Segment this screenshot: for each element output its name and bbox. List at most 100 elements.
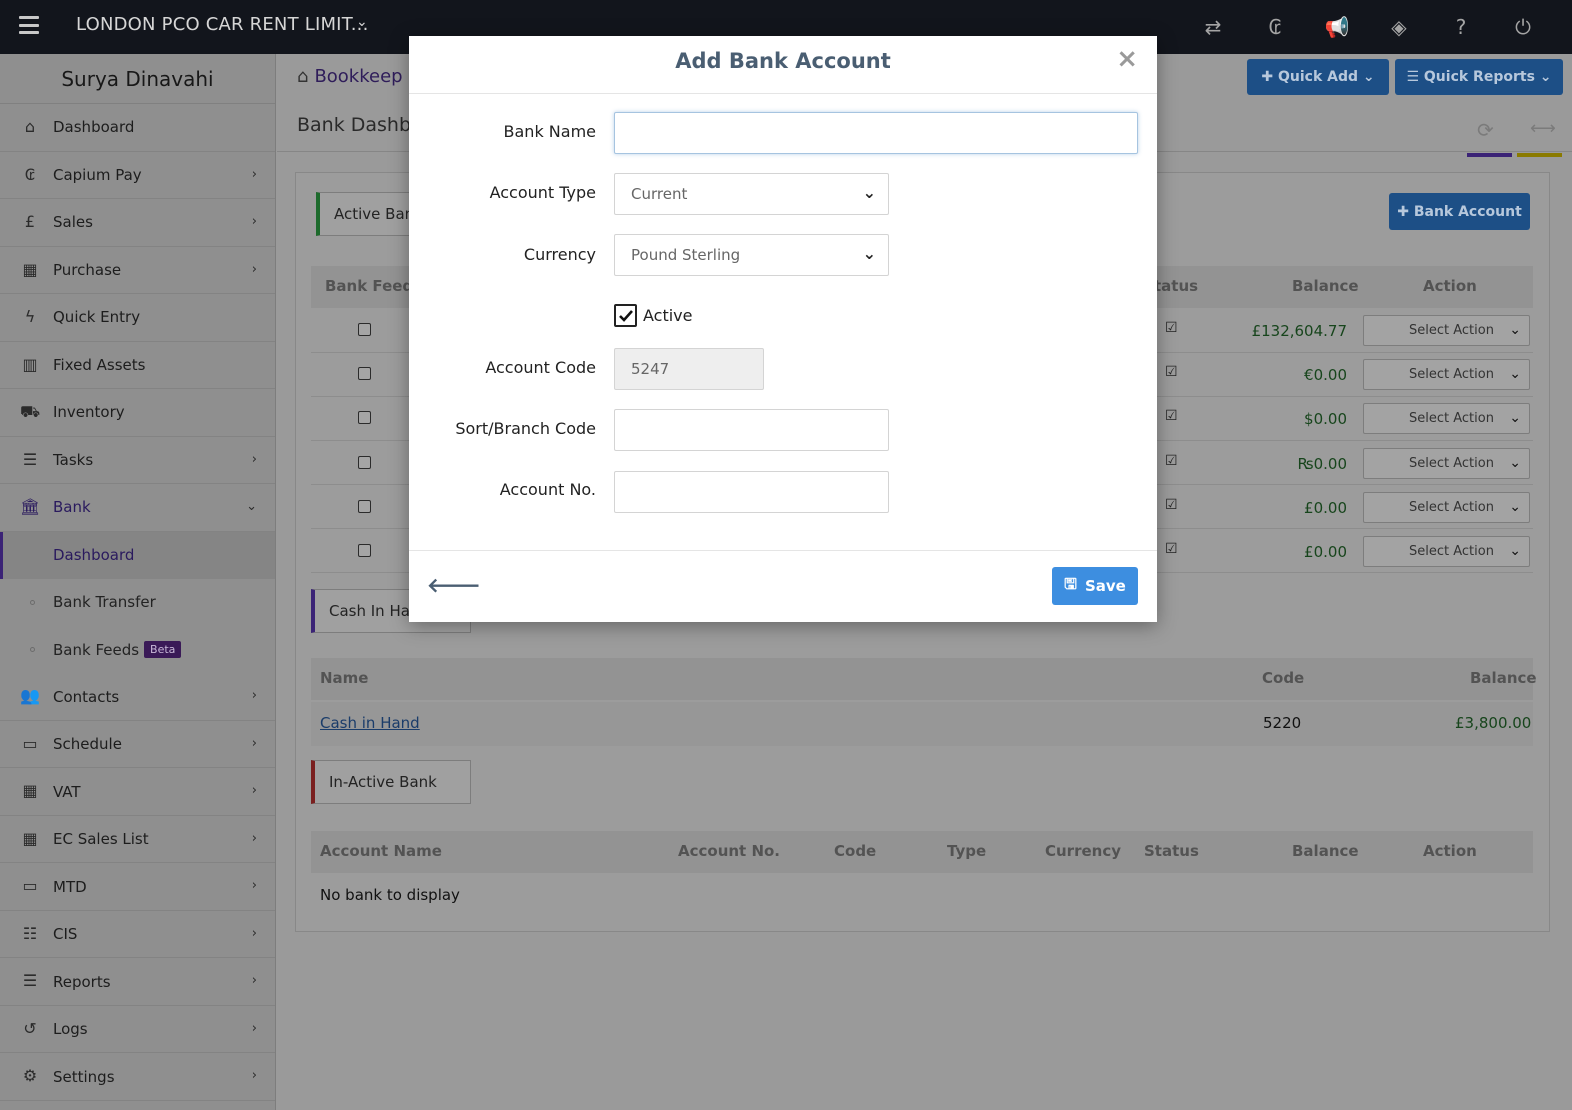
sidebar-item-reports[interactable]: ☰ Reports › bbox=[0, 958, 275, 1006]
home-icon[interactable]: ⌂ bbox=[297, 66, 308, 87]
sidebar-item-label: Purchase bbox=[53, 260, 122, 279]
balance-value: $0.00 bbox=[1304, 410, 1347, 428]
select-action-dropdown[interactable]: Select Action ⌄ bbox=[1363, 315, 1530, 346]
chevron-down-icon: ⌄ bbox=[1509, 499, 1521, 515]
capium-icon[interactable]: ₢ bbox=[1244, 12, 1306, 42]
page-title: Bank Dashbo bbox=[297, 114, 423, 136]
bank-feed-checkbox[interactable] bbox=[358, 500, 371, 513]
select-action-dropdown[interactable]: Select Action ⌄ bbox=[1363, 359, 1530, 390]
sidebar-subitem-bank-dashboard[interactable]: Dashboard bbox=[0, 531, 275, 579]
account-type-select[interactable]: Current ⌄ bbox=[614, 173, 889, 215]
sidebar-item-schedule[interactable]: ▭ Schedule › bbox=[0, 721, 275, 769]
sidebar-item-tasks[interactable]: ☰ Tasks › bbox=[0, 437, 275, 484]
bullet-icon bbox=[30, 647, 35, 653]
sidebar-item-fixed-assets[interactable]: ▥ Fixed Assets bbox=[0, 342, 275, 389]
bank-name-input[interactable] bbox=[614, 112, 1138, 154]
bank-feed-checkbox[interactable] bbox=[358, 367, 371, 380]
account-type-label: Account Type bbox=[489, 183, 596, 202]
quick-add-label: Quick Add bbox=[1277, 69, 1359, 85]
chevron-right-icon: › bbox=[251, 451, 257, 467]
col-action: Action bbox=[1423, 842, 1477, 860]
bank-feed-checkbox[interactable] bbox=[358, 411, 371, 424]
tab-indicator bbox=[1517, 153, 1562, 157]
select-action-label: Select Action bbox=[1409, 456, 1494, 471]
sidebar-item-ec-sales-list[interactable]: ▦ EC Sales List › bbox=[0, 816, 275, 864]
sidebar-item-label: Tasks bbox=[53, 450, 94, 469]
sidebar-item-quick-entry[interactable]: ϟ Quick Entry bbox=[0, 294, 275, 342]
bank-feed-checkbox[interactable] bbox=[358, 456, 371, 469]
tab-indicator bbox=[1467, 153, 1512, 157]
currency-select[interactable]: Pound Sterling ⌄ bbox=[614, 234, 889, 276]
active-checkbox-label[interactable]: Active bbox=[643, 306, 693, 325]
ticket-icon[interactable]: ◈ bbox=[1368, 12, 1430, 42]
sidebar-subitem-bank-feeds[interactable]: Bank Feeds Beta bbox=[0, 626, 275, 673]
sidebar-subitem-bank-transfer[interactable]: Bank Transfer bbox=[0, 579, 275, 626]
help-icon[interactable]: ? bbox=[1430, 12, 1492, 42]
col-action: Action bbox=[1423, 277, 1477, 295]
chevron-right-icon: › bbox=[251, 830, 257, 846]
chevron-right-icon: › bbox=[251, 783, 257, 799]
quick-reports-button[interactable]: ☰ Quick Reports ⌄ bbox=[1395, 59, 1563, 95]
expand-icon[interactable]: ⟷ bbox=[1530, 118, 1556, 139]
chevron-right-icon: › bbox=[251, 1020, 257, 1036]
select-action-dropdown[interactable]: Select Action ⌄ bbox=[1363, 448, 1530, 479]
cash-code: 5220 bbox=[1263, 714, 1302, 732]
chevron-down-icon[interactable]: ⌄ bbox=[356, 14, 368, 30]
active-checkbox[interactable] bbox=[614, 304, 637, 327]
balance-value: €0.00 bbox=[1304, 366, 1347, 384]
sidebar-item-cis[interactable]: ☷ CIS › bbox=[0, 911, 275, 959]
sidebar-item-label: Fixed Assets bbox=[53, 355, 146, 374]
save-button[interactable]: 🖫 Save bbox=[1052, 567, 1138, 605]
select-action-dropdown[interactable]: Select Action ⌄ bbox=[1363, 536, 1530, 567]
power-icon[interactable]: ⏻ bbox=[1492, 12, 1554, 42]
quick-add-button[interactable]: ✚ Quick Add ⌄ bbox=[1247, 59, 1389, 95]
col-type: Type bbox=[947, 842, 987, 860]
sidebar-item-bank[interactable]: 🏛 Bank ⌄ bbox=[0, 484, 275, 532]
company-name[interactable]: LONDON PCO CAR RENT LIMIT... bbox=[76, 14, 369, 35]
select-action-label: Select Action bbox=[1409, 500, 1494, 515]
transfer-icon[interactable]: ⇄ bbox=[1182, 12, 1244, 42]
sidebar-item-mtd[interactable]: ▭ MTD › bbox=[0, 863, 275, 911]
sidebar-item-purchase[interactable]: ▦ Purchase › bbox=[0, 247, 275, 294]
add-bank-account-button[interactable]: ✚ Bank Account bbox=[1389, 193, 1530, 230]
close-icon[interactable]: × bbox=[1116, 44, 1138, 74]
sidebar-item-vat[interactable]: ▦ VAT › bbox=[0, 768, 275, 816]
sidebar-item-label: Reports bbox=[53, 972, 111, 991]
sort-branch-code-input[interactable] bbox=[614, 409, 889, 451]
status-check-icon: ☑ bbox=[1165, 408, 1178, 424]
sidebar-item-label: Contacts bbox=[53, 687, 120, 706]
chevron-down-icon: ⌄ bbox=[1509, 366, 1521, 382]
sidebar-item-label: Settings bbox=[53, 1067, 115, 1086]
currency-value: Pound Sterling bbox=[631, 246, 741, 264]
sidebar-item-inventory[interactable]: ⛟ Inventory bbox=[0, 389, 275, 437]
bullet-icon bbox=[30, 599, 35, 605]
status-check-icon: ☑ bbox=[1165, 497, 1178, 513]
select-action-dropdown[interactable]: Select Action ⌄ bbox=[1363, 403, 1530, 434]
inactive-bank-tag: In-Active Bank bbox=[311, 760, 471, 804]
sidebar-item-dashboard[interactable]: ⌂ Dashboard bbox=[0, 104, 275, 152]
chevron-right-icon: › bbox=[251, 1068, 257, 1084]
sidebar-item-settings[interactable]: ⚙ Settings › bbox=[0, 1053, 275, 1101]
sidebar-item-capium-pay[interactable]: ₢ Capium Pay › bbox=[0, 152, 275, 199]
col-balance: Balance bbox=[1470, 669, 1537, 687]
breadcrumb-label[interactable]: Bookkeep bbox=[314, 66, 402, 87]
account-code-input[interactable]: 5247 bbox=[614, 348, 764, 390]
top-icon-bar: ⇄ ₢ 📢 ◈ ? ⏻ bbox=[1182, 12, 1554, 42]
back-arrow-icon[interactable]: 🡐 bbox=[427, 573, 481, 597]
sidebar-item-contacts[interactable]: 👥 Contacts › bbox=[0, 673, 275, 721]
chevron-right-icon: › bbox=[251, 214, 257, 229]
list-icon: ☷ bbox=[22, 923, 38, 943]
refresh-icon[interactable]: ⟳ bbox=[1477, 118, 1494, 142]
sidebar-item-label: Schedule bbox=[53, 735, 122, 754]
cash-in-hand-link[interactable]: Cash in Hand bbox=[320, 714, 420, 732]
sidebar-item-logs[interactable]: ↺ Logs › bbox=[0, 1006, 275, 1054]
account-type-value: Current bbox=[631, 185, 688, 203]
sidebar-item-sales[interactable]: £ Sales › bbox=[0, 199, 275, 247]
select-action-dropdown[interactable]: Select Action ⌄ bbox=[1363, 492, 1530, 523]
col-balance: Balance bbox=[1292, 842, 1359, 860]
hamburger-menu-icon[interactable] bbox=[19, 16, 39, 34]
megaphone-icon[interactable]: 📢 bbox=[1306, 12, 1368, 42]
bank-feed-checkbox[interactable] bbox=[358, 544, 371, 557]
bank-feed-checkbox[interactable] bbox=[358, 323, 371, 336]
account-no-input[interactable] bbox=[614, 471, 889, 513]
